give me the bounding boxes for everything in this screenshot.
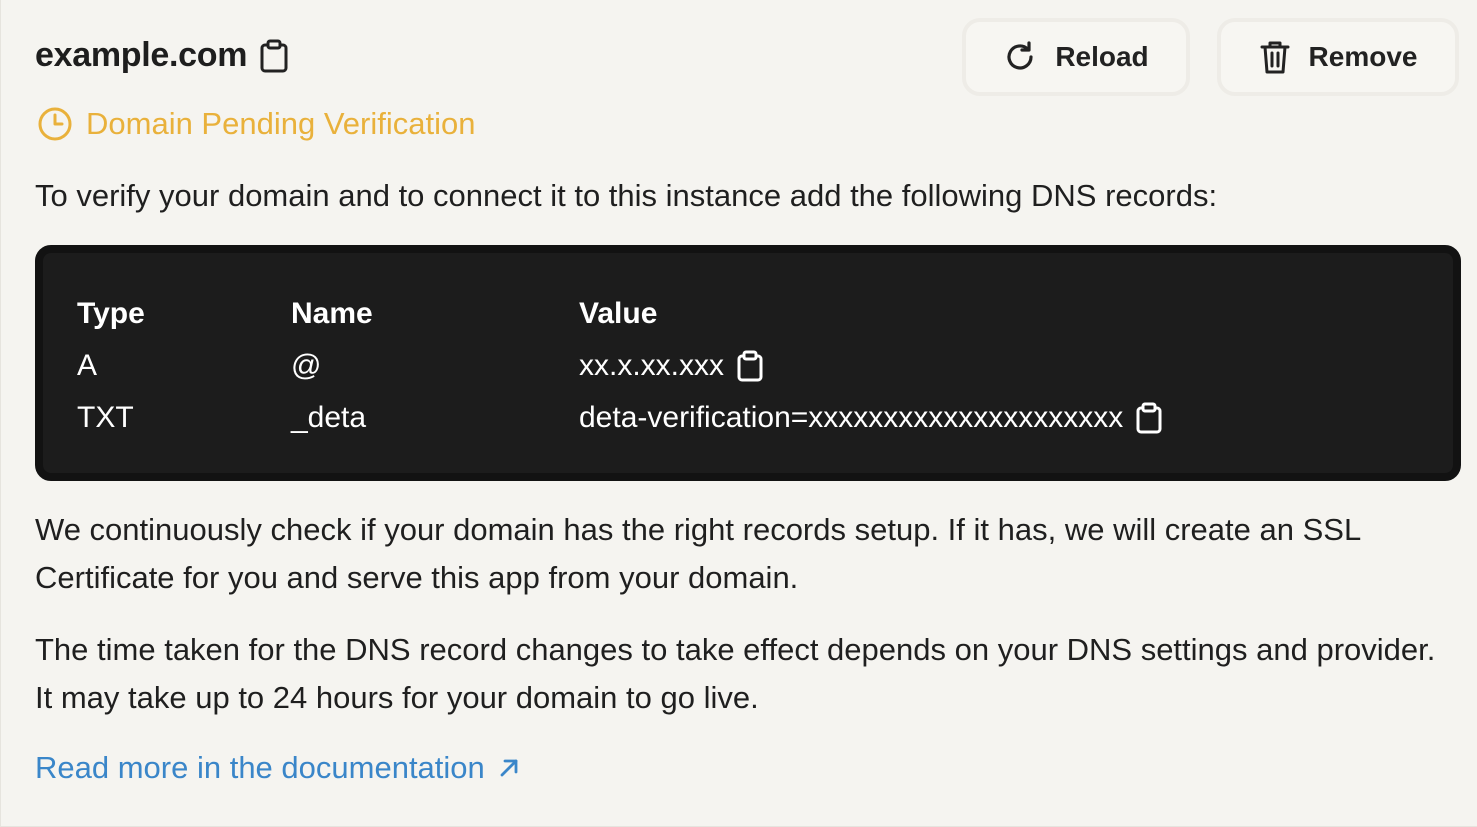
- domain-card: example.com Reload Remove Domain Pending…: [0, 0, 1477, 827]
- record-value: deta-verification=xxxxxxxxxxxxxxxxxxxxx: [579, 401, 1124, 434]
- status-badge: Domain Pending Verification: [37, 106, 475, 142]
- clipboard-icon[interactable]: [1135, 402, 1163, 434]
- documentation-link[interactable]: Read more in the documentation: [35, 750, 521, 786]
- record-type: TXT: [77, 401, 134, 434]
- info-paragraph-propagation: The time taken for the DNS record change…: [35, 632, 1436, 715]
- clock-icon: [37, 106, 73, 142]
- clipboard-icon[interactable]: [736, 350, 764, 382]
- domain-header: example.com: [35, 36, 289, 75]
- record-name: _deta: [291, 401, 367, 434]
- documentation-link-label: Read more in the documentation: [35, 750, 485, 785]
- table-row: A @ xx.x.xx.xxx: [43, 349, 1453, 389]
- table-row: TXT _deta deta-verification=xxxxxxxxxxxx…: [43, 401, 1453, 441]
- clipboard-icon[interactable]: [259, 39, 289, 73]
- dns-records-table: Type Name Value A @ xx.x.xx.xxx TXT _det…: [35, 245, 1461, 481]
- record-value-cell: deta-verification=xxxxxxxxxxxxxxxxxxxxx: [579, 401, 1163, 435]
- info-paragraph-ssl: We continuously check if your domain has…: [35, 512, 1361, 595]
- column-header-name: Name: [291, 297, 373, 330]
- domain-name: example.com: [35, 36, 248, 74]
- record-type: A: [77, 349, 98, 382]
- remove-label: Remove: [1308, 41, 1418, 72]
- refresh-icon: [1003, 40, 1037, 74]
- status-text: Domain Pending Verification: [86, 106, 476, 141]
- external-arrow-icon: [497, 756, 521, 780]
- column-header-type: Type: [77, 297, 145, 330]
- remove-button[interactable]: Remove: [1217, 18, 1459, 96]
- record-value: xx.x.xx.xxx: [579, 349, 725, 382]
- reload-button[interactable]: Reload: [962, 18, 1190, 96]
- column-header-value: Value: [579, 297, 658, 330]
- record-value-cell: xx.x.xx.xxx: [579, 349, 764, 383]
- intro-text: To verify your domain and to connect it …: [35, 178, 1218, 213]
- trash-icon: [1259, 39, 1291, 75]
- reload-label: Reload: [1055, 41, 1149, 72]
- record-name: @: [291, 349, 322, 382]
- table-header: Type Name Value: [43, 297, 1453, 337]
